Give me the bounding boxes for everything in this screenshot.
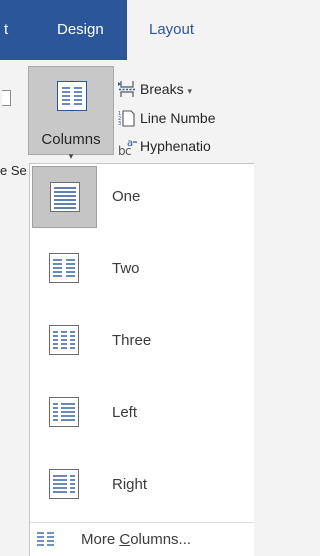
menu-item-three[interactable]: Three: [30, 308, 254, 374]
menu-item-label: Three: [112, 332, 152, 349]
more-columns-item[interactable]: More Columns...: [30, 522, 254, 556]
more-columns-label: More Columns...: [81, 531, 192, 548]
menu-item-one[interactable]: One: [30, 164, 254, 230]
right-column-icon: [32, 454, 97, 516]
breaks-label: Breaks ▾: [140, 81, 192, 97]
group-label-partial: e Se: [0, 163, 27, 178]
one-column-icon: [32, 166, 97, 228]
left-column-icon: [32, 382, 97, 444]
menu-item-label: Left: [112, 404, 138, 421]
menu-item-label: One: [112, 188, 141, 205]
hyphenation-label: Hyphenatio: [140, 138, 211, 154]
partial-icon: [2, 90, 11, 106]
line-numbers-icon: 1 2 3: [118, 109, 136, 127]
chevron-down-icon: ▾: [68, 151, 74, 161]
columns-dropdown-menu: One Two Three Left Right More Columns...: [29, 163, 254, 556]
menu-item-label: Two: [112, 260, 140, 277]
menu-item-right[interactable]: Right: [30, 452, 254, 518]
svg-text:a: a: [127, 138, 133, 149]
tab-partial-left[interactable]: t: [4, 0, 8, 60]
ribbon-left-stub: [0, 68, 14, 158]
three-columns-icon: [32, 310, 97, 372]
ribbon-tab-bar: t Design Layout: [0, 0, 254, 60]
svg-text:3: 3: [118, 121, 121, 127]
line-numbers-label: Line Numbe: [140, 110, 216, 126]
two-columns-icon: [32, 238, 97, 300]
columns-button[interactable]: Columns ▾: [28, 66, 114, 161]
menu-item-label: Right: [112, 476, 148, 493]
breaks-caret-icon: ▾: [187, 86, 192, 96]
breaks-icon: [118, 80, 136, 98]
tab-layout[interactable]: Layout: [127, 0, 254, 60]
menu-item-two[interactable]: Two: [30, 236, 254, 302]
tab-design[interactable]: Design: [57, 0, 104, 60]
columns-button-label: Columns: [41, 131, 101, 148]
columns-page-icon: [57, 81, 87, 111]
hyphenation-icon: b c a: [118, 137, 137, 158]
menu-item-left[interactable]: Left: [30, 380, 254, 446]
